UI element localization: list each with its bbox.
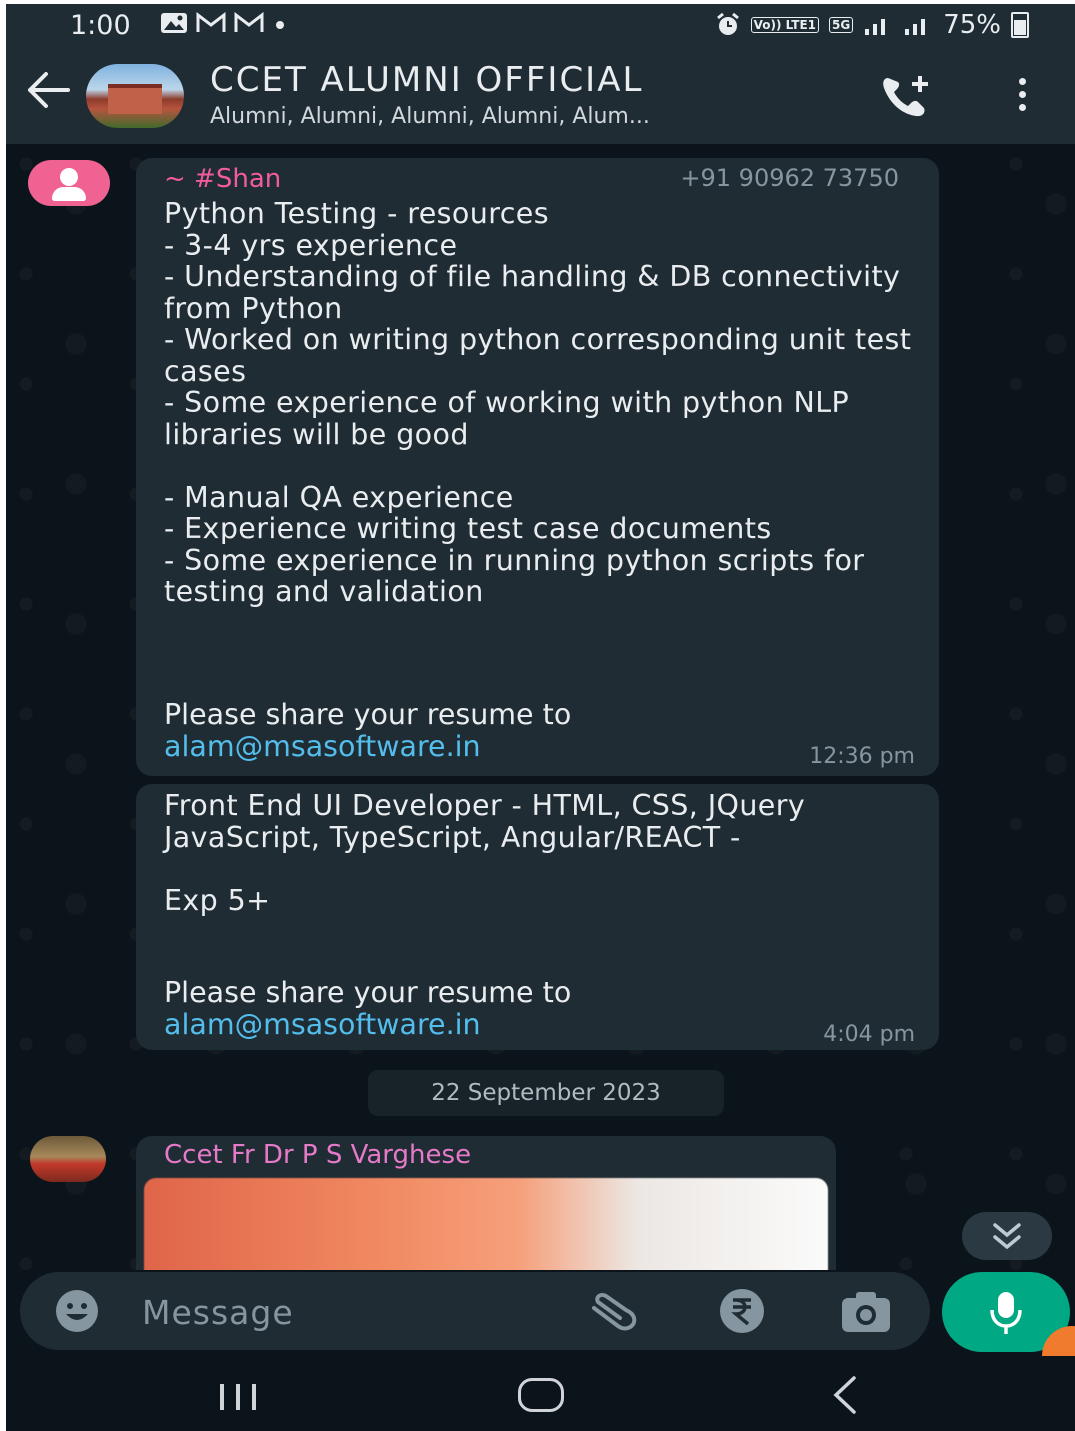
system-icons: Vo)) LTE1 5G 75% <box>715 10 1029 40</box>
message-bubble[interactable]: ~ #Shan +91 90962 73750 Python Testing -… <box>136 158 939 776</box>
group-avatar[interactable] <box>86 64 184 128</box>
whatsapp-screen: 1:00 Vo)) LTE1 5G 75% CCET ALUMNI OFFICI… <box>6 4 1075 1431</box>
message-bubble[interactable]: Front End UI Developer - HTML, CSS, JQue… <box>136 784 939 1050</box>
chat-header[interactable]: CCET ALUMNI OFFICIAL Alumni, Alumni, Alu… <box>6 48 1075 144</box>
message-text: Please share your resume to <box>164 698 572 731</box>
volte-indicator: Vo)) LTE1 <box>750 17 819 33</box>
date-separator: 22 September 2023 <box>368 1070 724 1116</box>
rupee-icon[interactable] <box>714 1286 770 1336</box>
home-icon[interactable] <box>518 1378 564 1412</box>
signal-icon <box>905 19 926 35</box>
chevron-double-down-icon <box>993 1223 1021 1250</box>
notification-icons <box>160 12 288 34</box>
message-text: Front End UI Developer - HTML, CSS, JQue… <box>164 789 806 917</box>
group-members[interactable]: Alumni, Alumni, Alumni, Alumni, Alum... <box>210 104 650 129</box>
status-bar: 1:00 Vo)) LTE1 5G 75% <box>6 4 1075 48</box>
battery-percent: 75% <box>943 10 1001 40</box>
status-time: 1:00 <box>70 10 131 41</box>
more-vert-icon[interactable] <box>1012 78 1032 118</box>
message-time: 12:36 pm <box>809 744 915 769</box>
message-input[interactable] <box>140 1284 564 1340</box>
system-nav-bar <box>6 1356 1075 1431</box>
network-type: 5G <box>829 17 854 33</box>
message-text: Python Testing - resources - 3-4 yrs exp… <box>164 197 912 608</box>
email-link[interactable]: alam@msasoftware.in <box>164 1008 481 1041</box>
gallery-icon <box>161 13 187 33</box>
dot-icon <box>276 21 284 29</box>
sender-phone: +91 90962 73750 <box>680 164 899 192</box>
message-bubble[interactable]: Ccet Fr Dr P S Varghese <box>136 1136 836 1270</box>
sender-name[interactable]: ~ #Shan <box>164 164 281 194</box>
signal-icon <box>865 19 886 35</box>
emoji-icon[interactable] <box>52 1286 102 1336</box>
message-text: Please share your resume to <box>164 976 572 1009</box>
alarm-icon <box>716 13 739 35</box>
compose-bar <box>20 1272 930 1350</box>
sender-name[interactable]: Ccet Fr Dr P S Varghese <box>164 1140 471 1170</box>
scroll-to-bottom-button[interactable] <box>962 1212 1052 1260</box>
microphone-icon <box>990 1292 1022 1334</box>
message-list[interactable]: ~ #Shan +91 90962 73750 Python Testing -… <box>6 144 1075 1270</box>
add-call-icon[interactable] <box>878 72 934 120</box>
gmail-icon <box>196 12 226 32</box>
battery-icon <box>1011 12 1029 38</box>
recent-apps-icon[interactable] <box>216 1380 260 1414</box>
gmail-icon <box>234 12 264 32</box>
paperclip-icon[interactable] <box>586 1288 646 1334</box>
sender-avatar[interactable] <box>30 1136 106 1182</box>
camera-icon[interactable] <box>838 1286 894 1336</box>
email-link[interactable]: alam@msasoftware.in <box>164 730 481 763</box>
image-attachment[interactable] <box>144 1178 828 1270</box>
group-title[interactable]: CCET ALUMNI OFFICIAL <box>210 60 643 100</box>
message-time: 4:04 pm <box>823 1022 915 1047</box>
sender-avatar[interactable] <box>28 160 110 206</box>
arrow-left-icon[interactable] <box>26 70 72 118</box>
back-icon[interactable] <box>826 1374 862 1416</box>
